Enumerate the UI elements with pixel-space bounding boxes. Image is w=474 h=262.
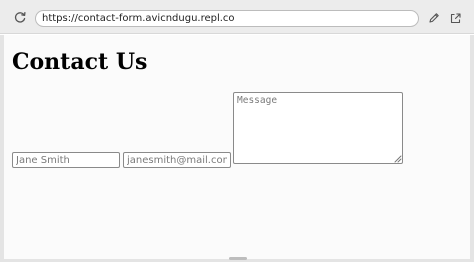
name-field[interactable] — [12, 152, 120, 168]
reload-icon[interactable] — [12, 9, 28, 25]
reload-icon-glyph — [14, 11, 26, 23]
url-bar[interactable]: https://contact-form.avicndugu.repl.co — [35, 10, 419, 27]
viewport-border-right — [470, 35, 474, 262]
email-field[interactable] — [123, 152, 231, 168]
open-external-icon[interactable] — [447, 10, 463, 26]
page-title: Contact Us — [12, 49, 148, 75]
viewport-resize-handle[interactable] — [229, 257, 247, 260]
open-external-icon-glyph — [450, 12, 461, 23]
message-field[interactable] — [233, 92, 403, 164]
textarea-resize-grip-icon[interactable] — [393, 154, 402, 163]
pencil-icon-glyph — [429, 13, 439, 23]
pencil-icon[interactable] — [427, 10, 441, 26]
browser-toolbar: https://contact-form.avicndugu.repl.co — [0, 0, 474, 34]
